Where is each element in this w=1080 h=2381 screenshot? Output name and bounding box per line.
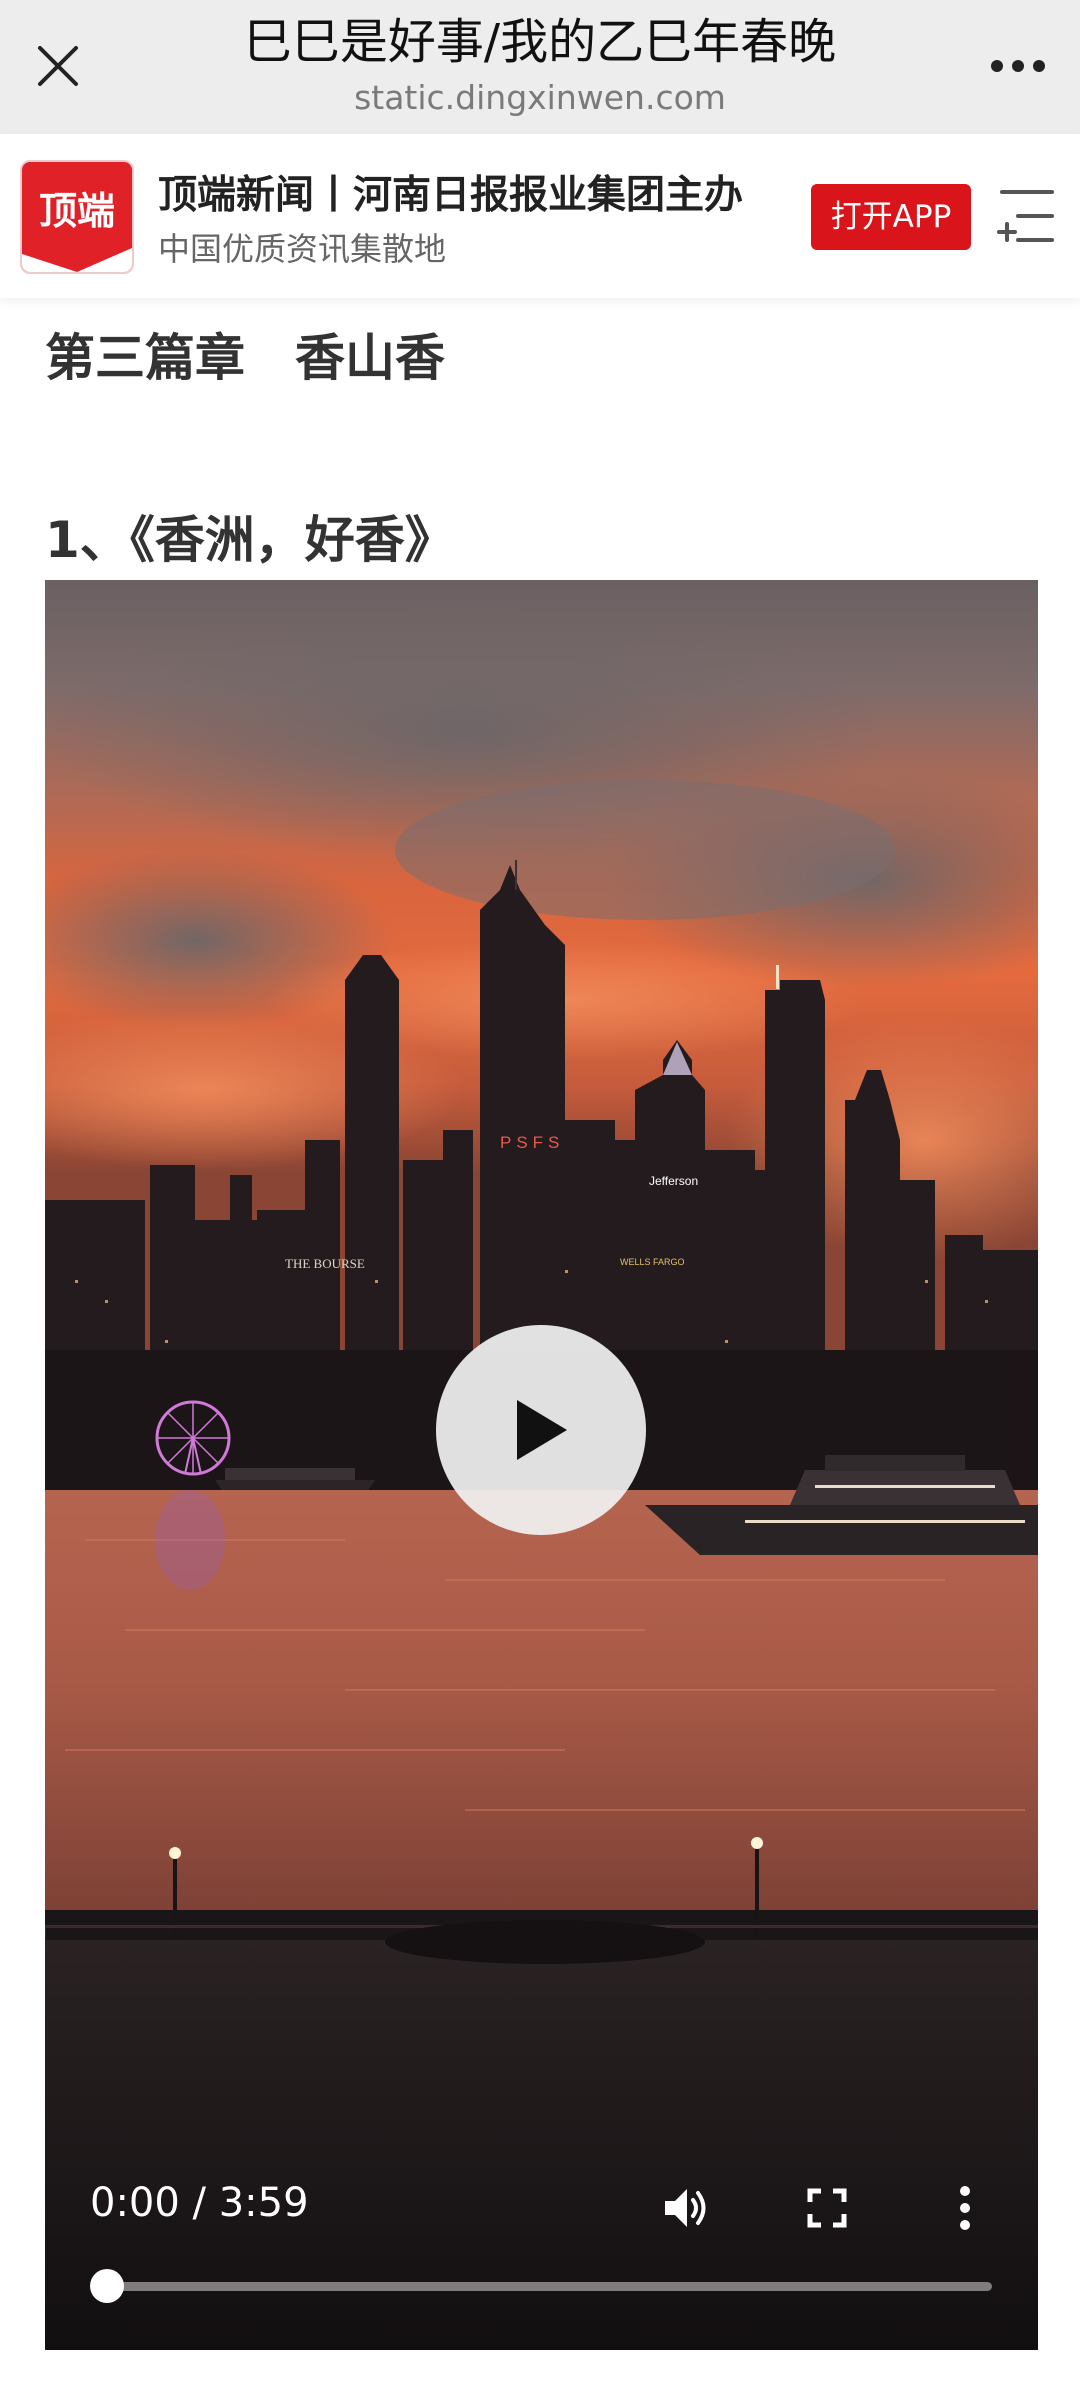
browser-title-bar: 巳巳是好事/我的乙巳年春晚 static.dingxinwen.com	[0, 0, 1080, 134]
progress-thumb[interactable]	[90, 2269, 124, 2303]
ferris-wheel	[155, 1400, 231, 1476]
vertical-dots-icon	[960, 2186, 970, 2230]
psfs-sign: PSFS	[500, 1133, 564, 1152]
more-options-button[interactable]	[986, 38, 1050, 94]
section-heading: 1、《香洲，好香》	[45, 511, 455, 569]
app-logo: 顶端	[20, 160, 134, 274]
play-button[interactable]	[436, 1325, 646, 1535]
fullscreen-icon	[807, 2188, 847, 2228]
video-player[interactable]: PSFS Jefferson THE BOURSE WELLS FARGO 0:…	[45, 580, 1038, 2350]
chapter-heading: 第三篇章 香山香	[45, 329, 445, 387]
wells-fargo-sign: WELLS FARGO	[620, 1257, 685, 1267]
brand-name: 顶端新闻丨河南日报报业集团主办	[158, 172, 744, 218]
open-app-button[interactable]: 打开APP	[811, 184, 971, 250]
page-title: 巳巳是好事/我的乙巳年春晚	[243, 14, 837, 70]
logo-fold-shape	[22, 248, 132, 272]
fullscreen-button[interactable]	[799, 2180, 855, 2236]
brand-slogan: 中国优质资讯集散地	[158, 230, 447, 268]
jefferson-sign: Jefferson	[649, 1174, 698, 1188]
volume-icon	[665, 2189, 706, 2227]
close-icon	[38, 46, 78, 86]
menu-add-icon	[997, 190, 1054, 242]
app-banner: 顶端 顶端新闻丨河南日报报业集团主办 中国优质资讯集散地 打开APP	[0, 134, 1080, 298]
menu-button[interactable]	[996, 186, 1056, 246]
logo-text: 顶端	[38, 189, 115, 233]
more-dots-icon	[991, 60, 1045, 72]
page-url: static.dingxinwen.com	[354, 78, 726, 117]
bourse-sign: THE BOURSE	[285, 1256, 365, 1271]
video-more-button[interactable]	[937, 2180, 993, 2236]
close-button[interactable]	[30, 38, 86, 94]
time-display: 0:00 / 3:59	[90, 2180, 309, 2226]
play-icon	[517, 1400, 567, 1460]
volume-button[interactable]	[660, 2180, 716, 2236]
progress-bar[interactable]	[90, 2269, 992, 2303]
